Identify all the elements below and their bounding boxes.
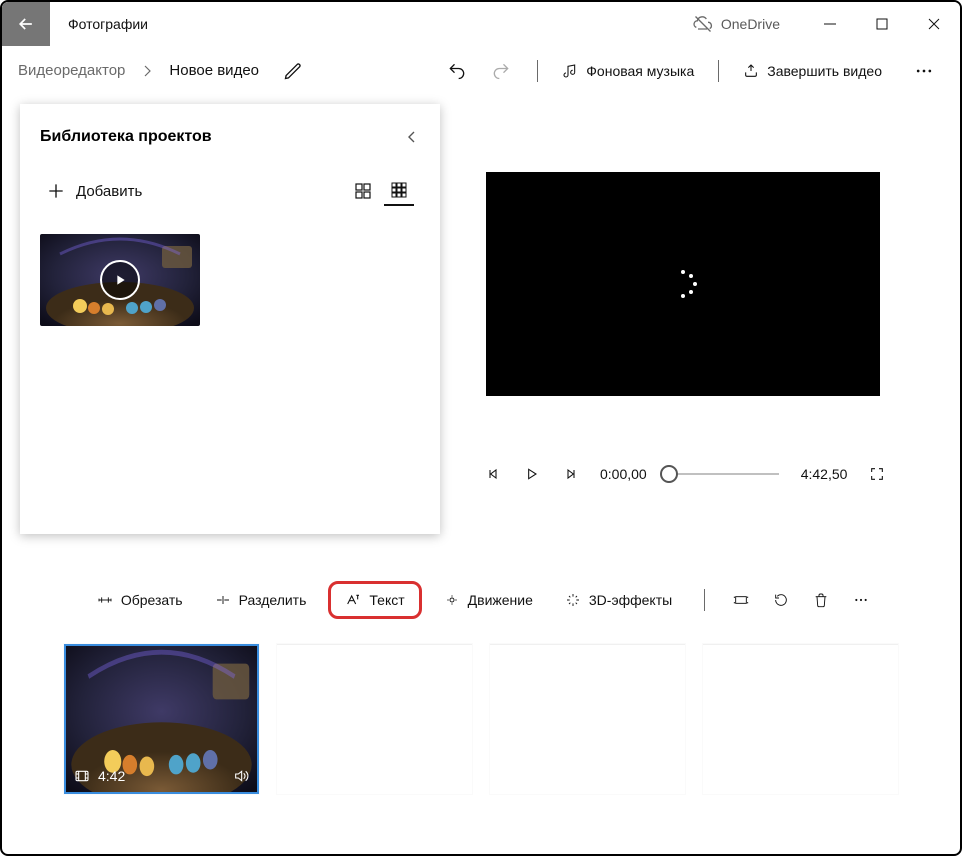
storyboard: 4:42 xyxy=(2,626,960,794)
next-frame-button[interactable] xyxy=(562,466,578,482)
view-large-tiles-button[interactable] xyxy=(348,176,378,206)
speaker-icon xyxy=(233,768,249,784)
step-back-icon xyxy=(486,466,502,482)
rotate-icon xyxy=(773,592,789,608)
separator xyxy=(537,60,538,82)
breadcrumb-separator-icon xyxy=(137,57,157,85)
more-icon xyxy=(853,592,869,608)
undo-icon xyxy=(447,61,467,81)
loading-spinner-icon xyxy=(669,270,697,298)
split-label: Разделить xyxy=(239,592,307,608)
text-button[interactable]: Текст xyxy=(328,581,421,619)
trash-icon xyxy=(813,592,829,608)
film-icon xyxy=(74,768,90,784)
window-close-button[interactable] xyxy=(908,2,960,46)
step-forward-icon xyxy=(562,466,578,482)
undo-button[interactable] xyxy=(435,55,479,87)
arrow-left-icon xyxy=(16,14,36,34)
time-total: 4:42,50 xyxy=(801,466,848,482)
finish-video-label: Завершить видео xyxy=(767,63,882,79)
more-icon xyxy=(914,61,934,81)
app-title: Фотографии xyxy=(50,2,166,46)
clip-edit-toolbar: Обрезать Разделить Текст Движение 3D-эфф… xyxy=(2,574,960,626)
onedrive-button[interactable]: OneDrive xyxy=(693,2,804,46)
text-label: Текст xyxy=(369,592,404,608)
clip-overlay: 4:42 xyxy=(64,758,259,794)
collapse-button[interactable] xyxy=(404,129,420,145)
add-media-label: Добавить xyxy=(76,183,142,200)
clip-duration: 4:42 xyxy=(98,768,125,784)
delete-button[interactable] xyxy=(807,586,835,614)
redo-icon xyxy=(491,61,511,81)
motion-label: Движение xyxy=(468,592,533,608)
rotate-button[interactable] xyxy=(767,586,795,614)
project-library-panel: Библиотека проектов Добавить xyxy=(20,104,440,534)
resize-button[interactable] xyxy=(727,586,755,614)
storyboard-placeholder[interactable] xyxy=(490,644,685,794)
video-preview[interactable] xyxy=(486,172,880,396)
3d-effects-button[interactable]: 3D-эффекты xyxy=(555,586,682,614)
more-button[interactable] xyxy=(902,55,946,87)
background-music-button[interactable]: Фоновая музыка xyxy=(552,57,704,85)
storyboard-placeholder[interactable] xyxy=(277,644,472,794)
time-current: 0:00,00 xyxy=(600,466,647,482)
view-small-tiles-button[interactable] xyxy=(384,176,414,206)
library-title: Библиотека проектов xyxy=(40,128,212,146)
clip-audio-button[interactable] xyxy=(233,768,249,784)
split-button[interactable]: Разделить xyxy=(205,586,317,614)
add-media-button[interactable]: Добавить xyxy=(46,181,142,201)
background-music-label: Фоновая музыка xyxy=(586,63,694,79)
trim-button[interactable]: Обрезать xyxy=(87,586,193,614)
minimize-icon xyxy=(822,16,838,32)
3d-effects-label: 3D-эффекты xyxy=(589,592,672,608)
separator xyxy=(718,60,719,82)
play-button[interactable] xyxy=(524,466,540,482)
onedrive-label: OneDrive xyxy=(721,16,780,32)
finish-video-button[interactable]: Завершить видео xyxy=(733,57,892,85)
plus-icon xyxy=(46,181,66,201)
seek-handle[interactable] xyxy=(660,465,678,483)
cloud-off-icon xyxy=(693,14,713,34)
grid-2x2-icon xyxy=(355,183,371,199)
play-icon xyxy=(524,466,540,482)
seek-slider[interactable] xyxy=(669,473,779,475)
separator xyxy=(704,589,705,611)
command-bar: Видеоредактор Новое видео Фоновая музыка… xyxy=(2,46,960,96)
rename-button[interactable] xyxy=(271,55,315,87)
breadcrumb-root[interactable]: Видеоредактор xyxy=(16,56,127,85)
playback-transport: 0:00,00 4:42,50 xyxy=(486,444,880,504)
prev-frame-button[interactable] xyxy=(486,466,502,482)
play-overlay xyxy=(40,234,200,326)
fullscreen-icon xyxy=(869,466,885,482)
grid-3x3-icon xyxy=(391,182,407,198)
motion-button[interactable]: Движение xyxy=(434,586,543,614)
back-button[interactable] xyxy=(2,2,50,46)
breadcrumb-current[interactable]: Новое видео xyxy=(167,56,261,85)
storyboard-placeholder[interactable] xyxy=(703,644,898,794)
chevron-left-icon xyxy=(404,129,420,145)
window-minimize-button[interactable] xyxy=(804,2,856,46)
text-icon xyxy=(345,592,361,608)
export-icon xyxy=(743,63,759,79)
library-item[interactable] xyxy=(40,234,200,326)
fullscreen-button[interactable] xyxy=(869,466,885,482)
play-icon xyxy=(112,272,128,288)
redo-button[interactable] xyxy=(479,55,523,87)
music-icon xyxy=(562,63,578,79)
close-icon xyxy=(926,16,942,32)
titlebar: Фотографии OneDrive xyxy=(2,2,960,46)
aspect-ratio-icon xyxy=(733,592,749,608)
split-icon xyxy=(215,592,231,608)
storyboard-clip[interactable]: 4:42 xyxy=(64,644,259,794)
clip-more-button[interactable] xyxy=(847,586,875,614)
maximize-icon xyxy=(874,16,890,32)
pencil-icon xyxy=(283,61,303,81)
window-maximize-button[interactable] xyxy=(856,2,908,46)
motion-icon xyxy=(444,592,460,608)
trim-icon xyxy=(97,592,113,608)
trim-label: Обрезать xyxy=(121,592,183,608)
sparkle-icon xyxy=(565,592,581,608)
